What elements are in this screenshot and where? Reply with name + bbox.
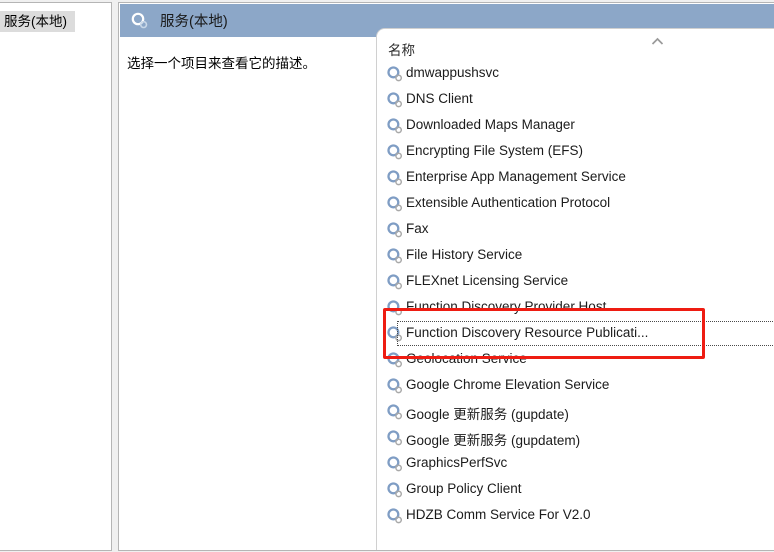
service-gear-icon [386, 247, 404, 265]
table-row[interactable]: Google 更新服务 (gupdatem)请确... [377, 425, 774, 451]
service-gear-icon [386, 481, 404, 499]
service-name-cell: Google 更新服务 (gupdatem) [406, 429, 774, 449]
service-gear-icon [386, 273, 404, 291]
service-name-cell: Function Discovery Provider Host [406, 299, 774, 314]
services-gear-icon [130, 11, 149, 30]
service-name-cell: FLEXnet Licensing Service [406, 273, 774, 288]
table-row[interactable]: Geolocation Service此服...正 [377, 347, 774, 373]
table-row[interactable]: Enterprise App Management Service启用... [377, 165, 774, 191]
service-gear-icon [386, 91, 404, 109]
service-gear-icon [386, 299, 404, 317]
services-list-column-headers: 名称 描述 状 [377, 29, 774, 61]
column-header-name[interactable]: 名称 [388, 39, 415, 59]
services-list-rows: dmwappushsvcWAP...DNS ClientDNS...正Downl… [377, 61, 774, 529]
console-detail-pane: 服务(本地) 选择一个项目来查看它的描述。 名称 描述 状 dmwappushs… [118, 2, 774, 551]
service-gear-icon [386, 377, 404, 395]
table-row[interactable]: Google 更新服务 (gupdate)请确... [377, 399, 774, 425]
detail-description-area: 选择一个项目来查看它的描述。 [120, 37, 375, 550]
service-name-cell: Geolocation Service [406, 351, 774, 366]
service-gear-icon [386, 143, 404, 161]
service-name-cell: HDZB Comm Service For V2.0 [406, 507, 774, 522]
service-name-cell: dmwappushsvc [406, 65, 774, 80]
service-name-cell: Google Chrome Elevation Service [406, 377, 774, 392]
service-gear-icon [386, 455, 404, 473]
table-row[interactable]: Encrypting File System (EFS)提供... [377, 139, 774, 165]
service-gear-icon [386, 195, 404, 213]
service-name-cell: DNS Client [406, 91, 774, 106]
service-name-cell: Downloaded Maps Manager [406, 117, 774, 132]
table-row[interactable]: HDZB Comm Service For V2.0正 [377, 503, 774, 529]
table-row[interactable]: Fax利用... [377, 217, 774, 243]
service-name-cell: Enterprise App Management Service [406, 169, 774, 184]
tree-item-services-local[interactable]: 服务(本地) [0, 11, 75, 32]
console-tree-pane: 服务(本地) [0, 2, 112, 551]
table-row[interactable]: dmwappushsvcWAP... [377, 61, 774, 87]
service-name-cell: Google 更新服务 (gupdate) [406, 403, 774, 423]
service-name-cell: File History Service [406, 247, 774, 262]
table-row[interactable]: FLEXnet Licensing ServiceThis ... [377, 269, 774, 295]
service-name-cell: Fax [406, 221, 774, 236]
table-row[interactable]: File History Service将用... [377, 243, 774, 269]
service-name-cell: Function Discovery Resource Publicati... [406, 325, 774, 340]
service-gear-icon [386, 429, 404, 447]
service-name-cell: GraphicsPerfSvc [406, 455, 774, 470]
service-name-cell: Encrypting File System (EFS) [406, 143, 774, 158]
table-row[interactable]: Group Policy Client此服... [377, 477, 774, 503]
service-name-cell: Group Policy Client [406, 481, 774, 496]
service-gear-icon [386, 169, 404, 187]
service-gear-icon [386, 325, 404, 343]
chevron-up-icon [651, 33, 664, 42]
table-row[interactable]: Extensible Authentication Protocol可扩... [377, 191, 774, 217]
tree-item-label: 服务(本地) [4, 14, 67, 29]
services-list-panel: 名称 描述 状 dmwappushsvcWAP...DNS ClientDNS.… [376, 28, 774, 550]
table-row[interactable]: DNS ClientDNS...正 [377, 87, 774, 113]
table-row[interactable]: Downloaded Maps Manager供应... [377, 113, 774, 139]
service-gear-icon [386, 117, 404, 135]
service-gear-icon [386, 403, 404, 421]
detail-pane-title: 服务(本地) [160, 10, 228, 31]
table-row[interactable]: Google Chrome Elevation Service [377, 373, 774, 399]
table-row[interactable]: Function Discovery Provider HostFDP... [377, 295, 774, 321]
service-gear-icon [386, 351, 404, 369]
table-row[interactable]: Function Discovery Resource Publicati...… [377, 321, 774, 347]
service-name-cell: Extensible Authentication Protocol [406, 195, 774, 210]
service-gear-icon [386, 507, 404, 525]
service-gear-icon [386, 65, 404, 83]
service-gear-icon [386, 221, 404, 239]
detail-hint-text: 选择一个项目来查看它的描述。 [127, 52, 316, 72]
services-console-window: 服务(本地) 服务(本地) 选择一个项目来查看它的描述。 名称 [0, 0, 774, 552]
table-row[interactable]: GraphicsPerfSvcGra... [377, 451, 774, 477]
